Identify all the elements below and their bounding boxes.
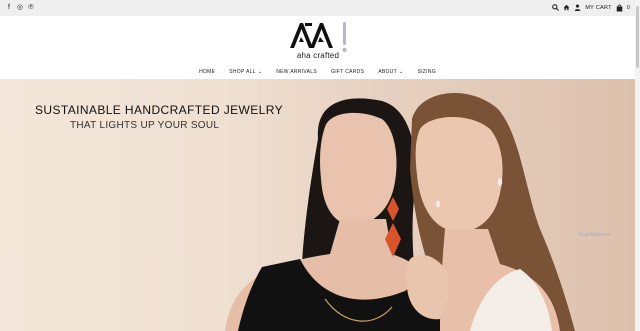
search-icon[interactable]: [552, 3, 560, 12]
chevron-down-icon: ⌄: [257, 69, 263, 75]
brand-logo[interactable]: aha crafted: [288, 20, 360, 64]
instagram-icon[interactable]: ◎: [17, 3, 23, 12]
account-icon[interactable]: [574, 3, 581, 12]
logo-mark: [290, 23, 333, 48]
nav-new-arrivals[interactable]: NEW ARRIVALS: [269, 69, 324, 75]
facebook-icon[interactable]: f: [6, 3, 12, 12]
nav-sizing-label: SIZING: [417, 69, 436, 75]
my-cart-link[interactable]: MY CART: [585, 5, 611, 11]
nav-sizing[interactable]: SIZING: [410, 69, 442, 75]
hero-headline: SUSTAINABLE HANDCRAFTED JEWELRY: [35, 103, 283, 117]
site-header: aha crafted HOME SHOP ALL ⌄ NEW ARRIVALS …: [0, 16, 635, 79]
nav-about-label: ABOUT: [378, 69, 397, 75]
home-icon[interactable]: [563, 3, 570, 12]
nav-gift-cards[interactable]: GIFT CARDS: [324, 69, 371, 75]
page-scrollbar[interactable]: [635, 0, 640, 331]
pinterest-icon[interactable]: ℗: [28, 3, 34, 12]
top-utility-bar: f ◎ ℗ MY CART 0: [0, 0, 640, 16]
nav-shop-all-label: SHOP ALL: [229, 69, 256, 75]
nav-gift-cards-label: GIFT CARDS: [331, 69, 365, 75]
social-links: f ◎ ℗: [6, 3, 34, 12]
utility-links: MY CART 0: [552, 3, 630, 12]
cart-count: 0: [626, 4, 630, 11]
nav-about[interactable]: ABOUT ⌄: [371, 69, 410, 75]
nav-shop-all[interactable]: SHOP ALL ⌄: [222, 69, 269, 75]
chevron-down-icon: ⌄: [398, 69, 404, 75]
scrollbar-thumb[interactable]: [636, 6, 639, 68]
cart-bag-icon[interactable]: [616, 3, 623, 12]
main-navigation: HOME SHOP ALL ⌄ NEW ARRIVALS GIFT CARDS A…: [0, 69, 635, 75]
nav-home[interactable]: HOME: [192, 69, 222, 75]
watermark: ScanMalware: [578, 232, 612, 238]
nav-new-arrivals-label: NEW ARRIVALS: [276, 69, 318, 75]
logo-bar-accent: [342, 22, 347, 53]
hero-subheadline: THAT LIGHTS UP YOUR SOUL: [70, 120, 220, 131]
brand-name: aha crafted: [296, 51, 340, 60]
nav-home-label: HOME: [199, 69, 216, 75]
